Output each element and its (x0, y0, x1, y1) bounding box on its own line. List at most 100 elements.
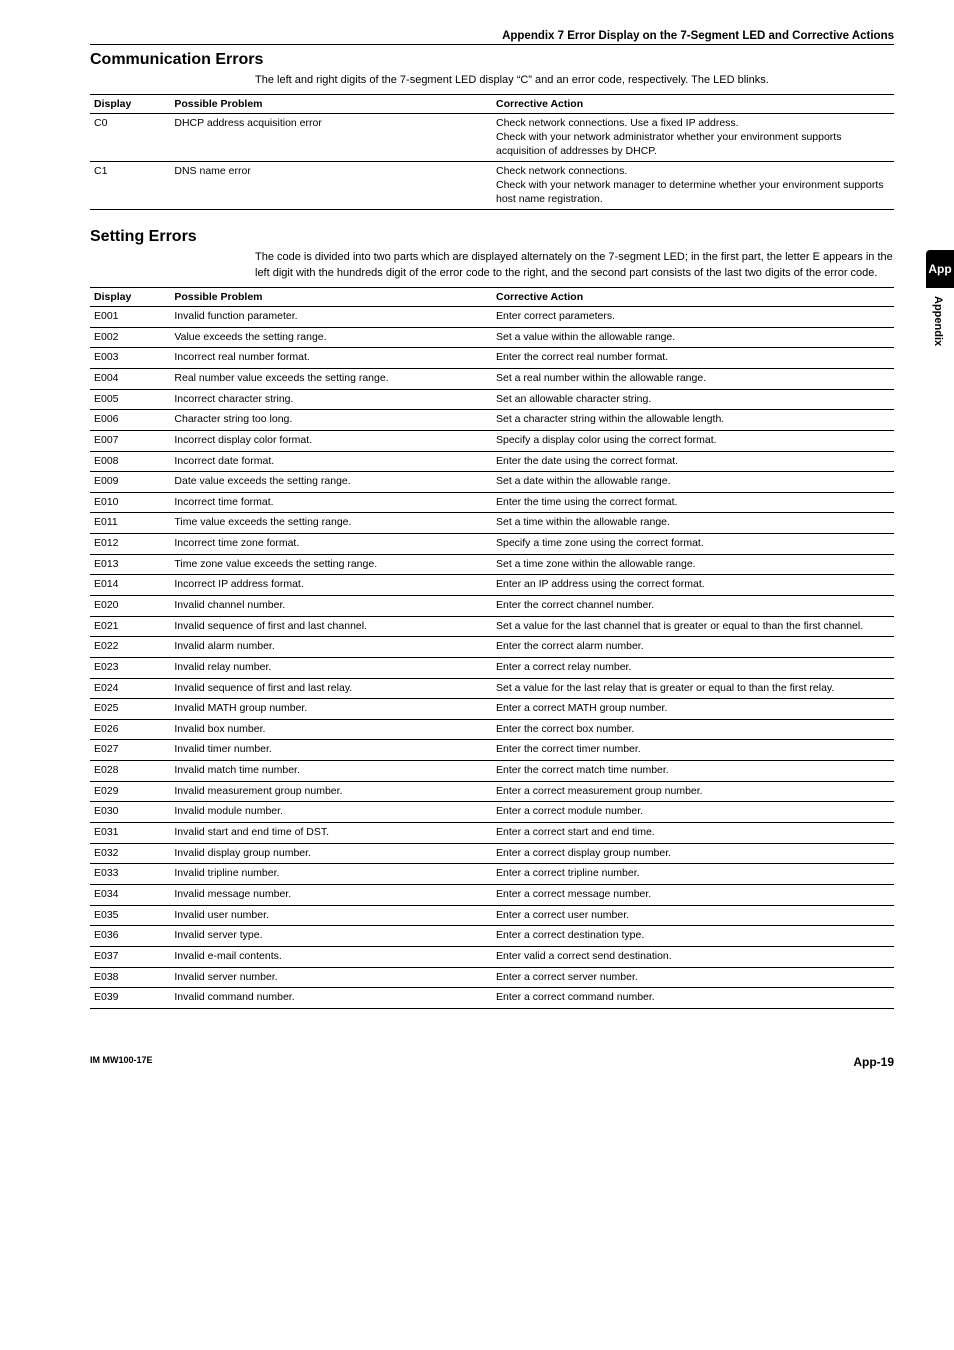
cell-action: Set a time zone within the allowable ran… (492, 554, 894, 575)
cell-display: E005 (90, 389, 170, 410)
cell-problem: Invalid module number. (170, 802, 492, 823)
cell-action: Enter valid a correct send destination. (492, 946, 894, 967)
cell-problem: Invalid channel number. (170, 595, 492, 616)
cell-problem: DNS name error (170, 162, 492, 210)
cell-display: E013 (90, 554, 170, 575)
cell-action: Set a value within the allowable range. (492, 327, 894, 348)
col-header-display: Display (90, 288, 170, 307)
table-row: E027Invalid timer number.Enter the corre… (90, 740, 894, 761)
cell-display: E031 (90, 823, 170, 844)
table-row: E004Real number value exceeds the settin… (90, 368, 894, 389)
cell-action: Enter the correct real number format. (492, 348, 894, 369)
table-row: C0DHCP address acquisition errorCheck ne… (90, 114, 894, 162)
side-tab-top: App (926, 250, 954, 288)
table-row: E014Incorrect IP address format.Enter an… (90, 575, 894, 596)
cell-problem: Invalid match time number. (170, 761, 492, 782)
cell-action: Set a real number within the allowable r… (492, 368, 894, 389)
cell-problem: Invalid sequence of first and last chann… (170, 616, 492, 637)
cell-problem: Invalid timer number. (170, 740, 492, 761)
cell-display: E033 (90, 864, 170, 885)
table-row: E025Invalid MATH group number.Enter a co… (90, 699, 894, 720)
cell-problem: Incorrect IP address format. (170, 575, 492, 596)
cell-problem: DHCP address acquisition error (170, 114, 492, 162)
footer-left: IM MW100-17E (90, 1055, 153, 1069)
cell-action: Enter correct parameters. (492, 307, 894, 328)
cell-display: E034 (90, 884, 170, 905)
table-row: E035Invalid user number.Enter a correct … (90, 905, 894, 926)
cell-problem: Invalid server type. (170, 926, 492, 947)
cell-display: E003 (90, 348, 170, 369)
cell-problem: Value exceeds the setting range. (170, 327, 492, 348)
cell-problem: Time value exceeds the setting range. (170, 513, 492, 534)
col-header-problem: Possible Problem (170, 288, 492, 307)
comm-errors-title: Communication Errors (90, 51, 894, 69)
cell-display: E020 (90, 595, 170, 616)
table-row: E008Incorrect date format.Enter the date… (90, 451, 894, 472)
table-row: E009Date value exceeds the setting range… (90, 472, 894, 493)
table-row: E002Value exceeds the setting range.Set … (90, 327, 894, 348)
cell-display: E023 (90, 657, 170, 678)
cell-action: Enter a correct destination type. (492, 926, 894, 947)
cell-problem: Invalid alarm number. (170, 637, 492, 658)
cell-display: E002 (90, 327, 170, 348)
cell-display: E036 (90, 926, 170, 947)
cell-problem: Invalid tripline number. (170, 864, 492, 885)
cell-display: C0 (90, 114, 170, 162)
cell-action: Enter a correct command number. (492, 988, 894, 1009)
cell-problem: Invalid server number. (170, 967, 492, 988)
cell-display: E035 (90, 905, 170, 926)
cell-action: Set a value for the last relay that is g… (492, 678, 894, 699)
table-row: E013Time zone value exceeds the setting … (90, 554, 894, 575)
cell-display: E025 (90, 699, 170, 720)
cell-display: C1 (90, 162, 170, 210)
cell-action: Enter the correct alarm number. (492, 637, 894, 658)
table-row: E020Invalid channel number.Enter the cor… (90, 595, 894, 616)
cell-display: E007 (90, 430, 170, 451)
table-row: E007Incorrect display color format.Speci… (90, 430, 894, 451)
cell-display: E028 (90, 761, 170, 782)
cell-problem: Incorrect real number format. (170, 348, 492, 369)
cell-display: E026 (90, 719, 170, 740)
cell-display: E009 (90, 472, 170, 493)
cell-display: E027 (90, 740, 170, 761)
cell-display: E038 (90, 967, 170, 988)
cell-action: Set a date within the allowable range. (492, 472, 894, 493)
cell-display: E010 (90, 492, 170, 513)
cell-display: E004 (90, 368, 170, 389)
table-row: E037Invalid e-mail contents.Enter valid … (90, 946, 894, 967)
table-row: E038Invalid server number.Enter a correc… (90, 967, 894, 988)
table-row: E022Invalid alarm number.Enter the corre… (90, 637, 894, 658)
cell-action: Enter the correct channel number. (492, 595, 894, 616)
cell-display: E024 (90, 678, 170, 699)
cell-display: E006 (90, 410, 170, 431)
cell-action: Enter a correct tripline number. (492, 864, 894, 885)
cell-display: E037 (90, 946, 170, 967)
cell-display: E012 (90, 534, 170, 555)
cell-problem: Incorrect character string. (170, 389, 492, 410)
cell-problem: Invalid message number. (170, 884, 492, 905)
cell-problem: Real number value exceeds the setting ra… (170, 368, 492, 389)
cell-action: Enter the correct match time number. (492, 761, 894, 782)
table-row: E039Invalid command number.Enter a corre… (90, 988, 894, 1009)
col-header-problem: Possible Problem (170, 95, 492, 114)
cell-problem: Date value exceeds the setting range. (170, 472, 492, 493)
setting-errors-title: Setting Errors (90, 228, 894, 246)
table-row: E001Invalid function parameter.Enter cor… (90, 307, 894, 328)
cell-action: Enter a correct server number. (492, 967, 894, 988)
cell-action: Set an allowable character string. (492, 389, 894, 410)
cell-display: E008 (90, 451, 170, 472)
cell-problem: Character string too long. (170, 410, 492, 431)
comm-errors-table: Display Possible Problem Corrective Acti… (90, 94, 894, 210)
cell-display: E014 (90, 575, 170, 596)
cell-problem: Invalid measurement group number. (170, 781, 492, 802)
table-row: E029Invalid measurement group number.Ent… (90, 781, 894, 802)
cell-display: E029 (90, 781, 170, 802)
cell-display: E001 (90, 307, 170, 328)
table-row: E024Invalid sequence of first and last r… (90, 678, 894, 699)
table-row: E021Invalid sequence of first and last c… (90, 616, 894, 637)
cell-action: Enter a correct measurement group number… (492, 781, 894, 802)
table-row: E026Invalid box number.Enter the correct… (90, 719, 894, 740)
setting-errors-table: Display Possible Problem Corrective Acti… (90, 287, 894, 1009)
cell-problem: Invalid box number. (170, 719, 492, 740)
table-row: E030Invalid module number.Enter a correc… (90, 802, 894, 823)
